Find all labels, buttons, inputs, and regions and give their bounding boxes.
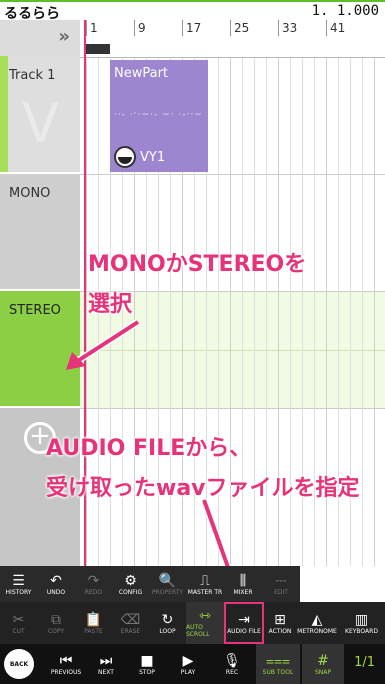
annotation-text: MONOかSTEREOを xyxy=(88,252,307,277)
track-label: MONO xyxy=(9,186,51,201)
play-button[interactable]: ▶ PLAY xyxy=(168,644,208,684)
master-track-icon: ⎍ xyxy=(200,572,210,589)
keyboard-button[interactable]: ▥ KEYBOARD xyxy=(338,602,385,644)
position-readout: 1. 1.000 xyxy=(311,3,379,19)
track-selected-accent xyxy=(0,56,8,172)
previous-button[interactable]: ⏮ PREVIOUS xyxy=(46,644,86,684)
config-button[interactable]: ⚙ CONFIG xyxy=(112,566,149,602)
eraser-icon: ⌫ xyxy=(120,611,141,628)
toolbar-edit-row: ☰ HISTORY ↶ UNDO ↷ REDO ⚙ CONFIG 🔍 PROPE… xyxy=(0,566,385,602)
title-bar: るるらら 1. 1.000 xyxy=(0,0,385,22)
vocaloid-track-icon: V xyxy=(22,92,59,155)
next-button[interactable]: ⏭ NEXT xyxy=(86,644,126,684)
erase-button[interactable]: ⌫ ERASE xyxy=(112,602,149,644)
vocal-part[interactable]: NewPart ··- ·ˑ·~·- ~· ·-··~ VY1 xyxy=(110,60,208,172)
ruler-tick: 25 xyxy=(230,20,249,36)
undo-button[interactable]: ↶ UNDO xyxy=(37,566,75,602)
property-button[interactable]: 🔍 PROPERTY xyxy=(149,566,186,602)
sub-tool-button[interactable]: ⩶ SUB TOOL xyxy=(256,644,300,684)
stop-button[interactable]: ■ STOP xyxy=(126,644,168,684)
sub-tool-icon: ⩶ xyxy=(266,652,290,669)
mixer-button[interactable]: ⫼ MIXER xyxy=(224,566,262,602)
ruler-tick: 17 xyxy=(182,20,201,36)
annotation-text: AUDIO FILEから、 xyxy=(46,436,252,461)
ruler-tick: 33 xyxy=(278,20,297,36)
copy-icon: ⧉ xyxy=(51,611,61,628)
auto-scroll-button[interactable]: ⇿ AUTO SCROLL xyxy=(186,602,224,644)
toolbar-tool-row: ✂ CUT ⧉ COPY 📋 PASTE ⌫ ERASE ↻ LOOP ⇿ AU… xyxy=(0,602,385,644)
paste-button[interactable]: 📋 PASTE xyxy=(75,602,112,644)
track-label: Track 1 xyxy=(9,68,56,83)
ruler-tick: 1 xyxy=(86,20,98,36)
redo-icon: ↷ xyxy=(87,572,100,589)
ruler-tick: 9 xyxy=(134,20,146,36)
action-button[interactable]: ⊞ ACTION xyxy=(264,602,296,644)
gridline xyxy=(374,58,375,566)
edit-button[interactable]: ⎓ EDIT xyxy=(262,566,300,602)
part-voicebank: VY1 xyxy=(140,150,166,165)
history-icon: ☰ xyxy=(12,572,25,589)
edit-icon: ⎓ xyxy=(275,572,287,589)
track-label: STEREO xyxy=(9,303,61,318)
measure-ruler[interactable]: 1 9 17 25 33 41 xyxy=(80,20,385,58)
master-track-button[interactable]: ⎍ MASTER TR xyxy=(186,566,224,602)
track-header-mono[interactable]: MONO xyxy=(0,174,80,291)
auto-scroll-icon: ⇿ xyxy=(199,608,211,624)
part-name: NewPart xyxy=(114,66,169,81)
loop-icon: ↻ xyxy=(161,611,174,628)
part-note-preview: ··- ·ˑ·~·- ~· ·-··~ xyxy=(114,110,203,120)
property-icon: 🔍 xyxy=(158,572,177,589)
loop-start-marker[interactable] xyxy=(86,44,110,54)
copy-button[interactable]: ⧉ COPY xyxy=(37,602,75,644)
audio-file-icon: ⇥ xyxy=(238,611,250,628)
double-chevron-icon: » xyxy=(58,26,70,47)
metronome-icon: ◭ xyxy=(311,611,323,628)
snap-button[interactable]: # SNAP xyxy=(302,644,344,684)
redo-button[interactable]: ↷ REDO xyxy=(75,566,112,602)
play-icon: ▶ xyxy=(182,652,194,669)
paste-icon: 📋 xyxy=(84,611,103,628)
next-icon: ⏭ xyxy=(99,652,113,669)
audio-file-button[interactable]: ⇥ AUDIO FILE xyxy=(224,602,264,644)
keyboard-icon: ▥ xyxy=(354,611,369,628)
mixer-icon: ⫼ xyxy=(239,572,247,589)
scissors-icon: ✂ xyxy=(12,611,25,628)
annotation-text: 選択 xyxy=(88,292,133,317)
track-header-track-1[interactable]: Track 1 V xyxy=(0,56,80,174)
stop-icon: ■ xyxy=(140,652,154,669)
collapse-track-panel-button[interactable]: » xyxy=(0,20,80,56)
ruler-tick: 41 xyxy=(326,20,345,36)
history-button[interactable]: ☰ HISTORY xyxy=(0,566,37,602)
action-icon: ⊞ xyxy=(274,611,286,628)
page-indicator[interactable]: 1/1 xyxy=(354,655,375,670)
singer-avatar-icon xyxy=(114,146,136,168)
gridline xyxy=(362,58,363,566)
microphone-icon: 🎙 xyxy=(223,652,241,669)
grid-icon: # xyxy=(317,652,329,669)
loop-button[interactable]: ↻ LOOP xyxy=(149,602,186,644)
undo-icon: ↶ xyxy=(50,572,62,589)
annotation-arrow-icon xyxy=(66,319,140,370)
back-button[interactable]: BACK xyxy=(4,649,34,679)
record-button[interactable]: 🎙 REC xyxy=(212,644,252,684)
transport-bar: BACK ⏮ PREVIOUS ⏭ NEXT ■ STOP ▶ PLAY 🎙 R… xyxy=(0,644,385,684)
metronome-button[interactable]: ◭ METRONOME xyxy=(296,602,338,644)
gear-icon: ⚙ xyxy=(124,572,137,589)
cut-button[interactable]: ✂ CUT xyxy=(0,602,37,644)
previous-icon: ⏮ xyxy=(59,652,73,669)
